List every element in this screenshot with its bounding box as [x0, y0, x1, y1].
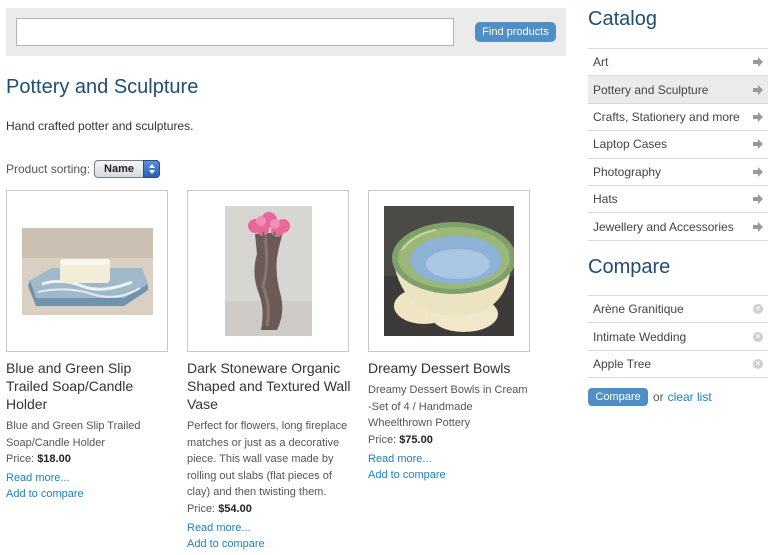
- product-sorting: Product sorting: Name: [6, 159, 161, 178]
- catalog-item-hats[interactable]: Hats: [588, 186, 768, 214]
- catalog-item-label: Crafts, Stationery and more: [593, 109, 740, 124]
- product-description: Blue and Green Slip Trailed Soap/Candle …: [6, 420, 141, 449]
- select-arrows-icon: [143, 159, 161, 178]
- product-name-link[interactable]: Dreamy Dessert Bowls: [368, 359, 532, 377]
- compare-item: Intimate Wedding ×: [588, 323, 768, 351]
- compare-item: Apple Tree ×: [588, 351, 768, 379]
- remove-icon[interactable]: ×: [753, 358, 763, 369]
- catalog-item-label: Laptop Cases: [593, 137, 668, 152]
- price-label: Price:: [368, 433, 397, 446]
- product-thumbnail[interactable]: [368, 190, 530, 352]
- arrow-right-icon: [753, 221, 763, 232]
- find-products-button[interactable]: Find products: [475, 22, 556, 42]
- arrow-right-icon: [753, 139, 763, 150]
- catalog-item-label: Photography: [593, 164, 662, 179]
- catalog-item-laptop-cases[interactable]: Laptop Cases: [588, 131, 768, 159]
- compare-title: Compare: [588, 256, 671, 278]
- product-card: Dark Stoneware Organic Shaped and Textur…: [187, 190, 351, 553]
- compare-button[interactable]: Compare: [588, 388, 648, 406]
- sort-select[interactable]: Name: [94, 159, 161, 178]
- dessert-bowls-image: [384, 206, 514, 336]
- product-price: Price: $75.00: [368, 432, 532, 448]
- arrow-right-icon: [753, 166, 763, 177]
- sort-selected-value: Name: [104, 162, 135, 175]
- catalog-list: Art Pottery and Sculpture Crafts, Statio…: [588, 48, 768, 241]
- catalog-item-crafts[interactable]: Crafts, Stationery and more: [588, 104, 768, 132]
- arrow-right-icon: [753, 84, 763, 95]
- compare-item-label: Arène Granitique: [593, 302, 684, 317]
- product-name-link[interactable]: Dark Stoneware Organic Shaped and Textur…: [187, 359, 351, 413]
- compare-item-label: Intimate Wedding: [593, 329, 687, 344]
- remove-icon[interactable]: ×: [753, 331, 763, 342]
- product-card: Blue and Green Slip Trailed Soap/Candle …: [6, 190, 170, 503]
- product-description: Dreamy Dessert Bowls in Cream -Set of 4 …: [368, 384, 528, 429]
- or-text: or: [653, 390, 664, 404]
- catalog-title: Catalog: [588, 8, 657, 30]
- product-price: Price: $18.00: [6, 451, 170, 467]
- price-value: $18.00: [37, 453, 71, 465]
- product-name-link[interactable]: Blue and Green Slip Trailed Soap/Candle …: [6, 359, 170, 413]
- product-price: Price: $54.00: [187, 501, 351, 517]
- compare-actions: Compare or clear list: [588, 388, 712, 406]
- product-card: Dreamy Dessert Bowls Dreamy Dessert Bowl…: [368, 190, 532, 484]
- add-to-compare-link[interactable]: Add to compare: [6, 486, 170, 503]
- catalog-item-jewellery[interactable]: Jewellery and Accessories: [588, 213, 768, 241]
- read-more-link[interactable]: Read more...: [6, 470, 170, 486]
- read-more-link[interactable]: Read more...: [187, 520, 351, 536]
- price-label: Price:: [187, 502, 216, 515]
- price-value: $75.00: [399, 433, 433, 446]
- catalog-item-label: Art: [593, 55, 609, 70]
- category-description: Hand crafted potter and sculptures.: [6, 119, 194, 133]
- page-title: Pottery and Sculpture: [6, 76, 199, 98]
- compare-item: Arène Granitique ×: [588, 296, 768, 324]
- search-input[interactable]: [16, 18, 454, 46]
- catalog-item-pottery-and-sculpture[interactable]: Pottery and Sculpture: [588, 76, 768, 104]
- product-thumbnail[interactable]: [187, 190, 349, 352]
- price-value: $54.00: [218, 502, 252, 515]
- catalog-item-photography[interactable]: Photography: [588, 159, 768, 186]
- sorting-label: Product sorting:: [6, 161, 91, 176]
- arrow-right-icon: [753, 194, 763, 205]
- arrow-right-icon: [753, 57, 763, 68]
- remove-icon[interactable]: ×: [753, 304, 763, 315]
- wall-vase-image: [224, 206, 312, 336]
- catalog-item-label: Hats: [593, 192, 618, 207]
- compare-list: Arène Granitique × Intimate Wedding × Appl…: [588, 295, 768, 379]
- arrow-right-icon: [753, 111, 763, 122]
- catalog-item-label: Pottery and Sculpture: [593, 82, 709, 97]
- compare-item-label: Apple Tree: [593, 356, 652, 371]
- price-label: Price:: [6, 453, 35, 465]
- read-more-link[interactable]: Read more...: [368, 451, 532, 467]
- product-thumbnail[interactable]: [6, 190, 168, 352]
- add-to-compare-link[interactable]: Add to compare: [187, 536, 351, 553]
- product-description: Perfect for flowers, long fireplace matc…: [187, 420, 348, 498]
- soap-dish-image: [21, 227, 153, 315]
- catalog-item-art[interactable]: Art: [588, 49, 768, 77]
- search-bar: Find products: [6, 8, 566, 56]
- clear-list-link[interactable]: clear list: [668, 390, 712, 404]
- catalog-item-label: Jewellery and Accessories: [593, 219, 734, 234]
- add-to-compare-link[interactable]: Add to compare: [368, 467, 532, 484]
